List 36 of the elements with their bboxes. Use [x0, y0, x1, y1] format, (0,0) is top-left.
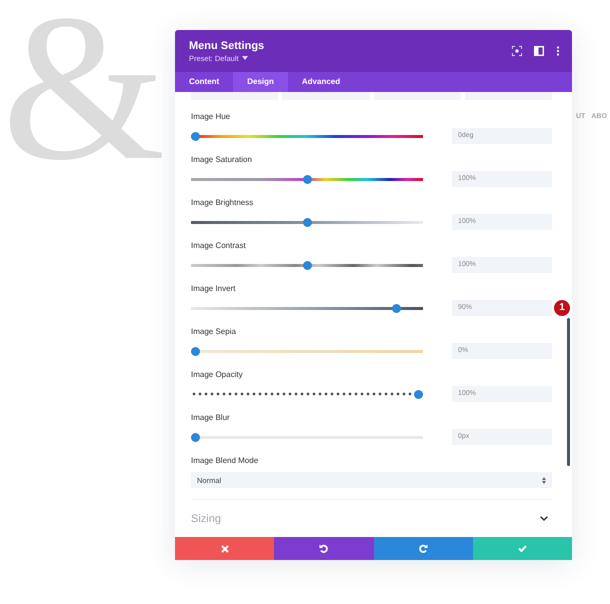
- tab[interactable]: Content: [175, 72, 234, 92]
- notification-badge: 1: [554, 300, 570, 316]
- ampersand-glyph: &: [2, 4, 166, 172]
- tab[interactable]: Advanced: [288, 72, 354, 92]
- slider-thumb[interactable]: [302, 260, 312, 270]
- slider-thumb[interactable]: [191, 432, 200, 442]
- setting-label: Image Sepia: [191, 327, 237, 336]
- caret-icon: [242, 56, 248, 60]
- setting-label: Image Blur: [191, 413, 231, 422]
- setting-label: Image Opacity: [191, 370, 244, 379]
- slider-thumb[interactable]: [302, 174, 312, 184]
- more-icon[interactable]: [556, 46, 560, 56]
- check-icon: [518, 545, 527, 552]
- slider-thumb[interactable]: [414, 390, 423, 398]
- slider-thumb[interactable]: [191, 346, 200, 356]
- setting-label: Image Invert: [191, 284, 236, 293]
- sidebar-icon[interactable]: [534, 46, 544, 56]
- close-icon: [220, 544, 229, 552]
- setting-label: Image Brightness: [191, 198, 254, 207]
- slider-thumb[interactable]: [392, 304, 401, 312]
- input-field[interactable]: [282, 92, 370, 100]
- sort-arrows-icon: [542, 476, 546, 484]
- slider-thumb[interactable]: [302, 218, 312, 226]
- setting-label: Image Contrast: [191, 241, 247, 250]
- input-field[interactable]: [464, 92, 552, 100]
- setting-label: Image Hue: [191, 112, 232, 121]
- slider-thumb[interactable]: [191, 132, 200, 140]
- panel-title: Menu Settings: [189, 40, 264, 52]
- focus-icon[interactable]: [512, 46, 522, 56]
- setting-label: Image Blend Mode: [191, 456, 260, 465]
- redo-icon: [418, 544, 428, 553]
- undo-icon: [319, 544, 328, 553]
- tab[interactable]: Design: [233, 72, 288, 92]
- input-field[interactable]: [374, 92, 461, 100]
- setting-label: Image Saturation: [191, 155, 253, 164]
- input-field[interactable]: [191, 92, 278, 100]
